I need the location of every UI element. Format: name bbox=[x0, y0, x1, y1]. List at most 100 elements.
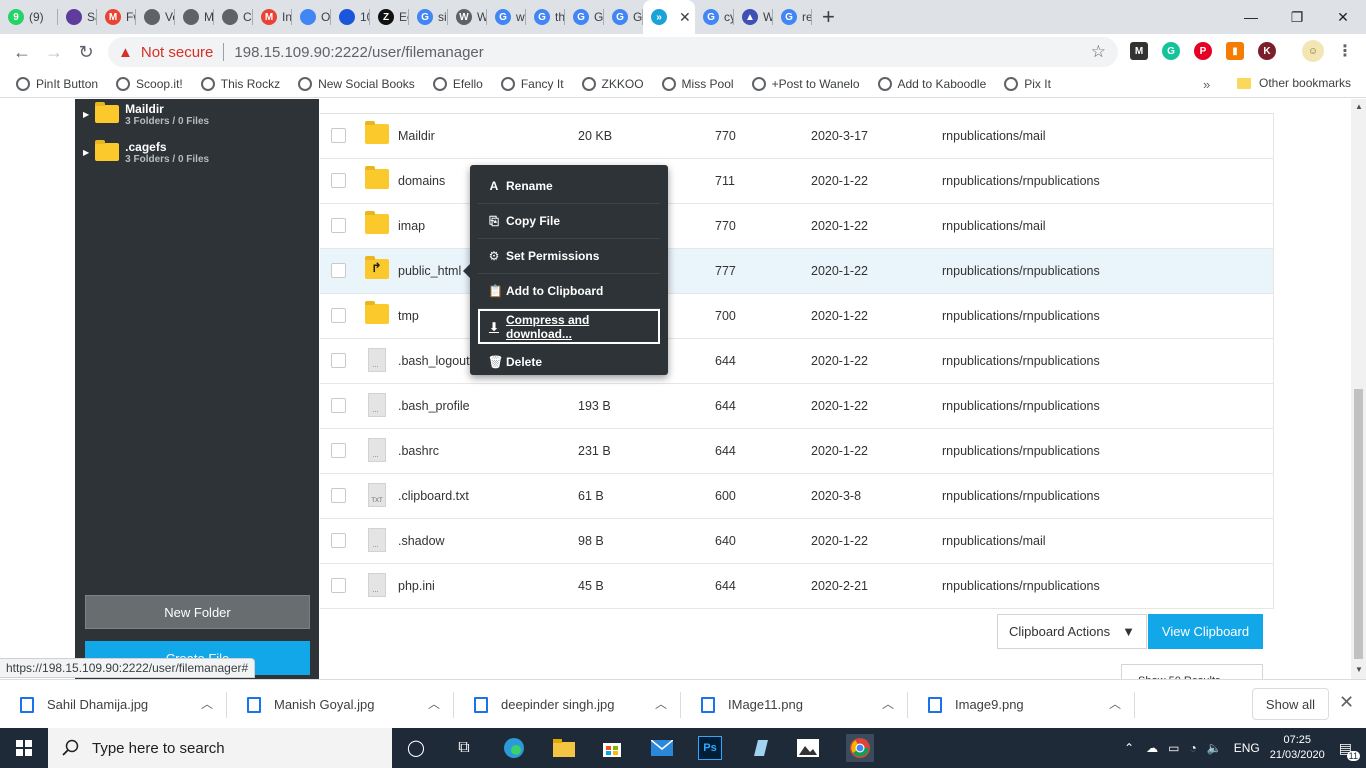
bookmark-item[interactable]: Add to Kaboodle bbox=[877, 76, 986, 91]
table-row[interactable]: .shadow 98 B 640 2020-1-22 rnpublications/ma… bbox=[320, 519, 1274, 564]
browser-tab[interactable]: Gsim bbox=[409, 0, 448, 34]
bookmark-star-icon[interactable]: ☆ bbox=[1091, 42, 1106, 62]
table-row[interactable]: domains 711 2020-1-22 rnpublications/rnpubl… bbox=[320, 159, 1274, 204]
file-name[interactable]: .shadow bbox=[398, 534, 445, 548]
back-button[interactable]: ← bbox=[6, 42, 38, 63]
menu-item-set-permissions[interactable]: ⚙ Set Permissions bbox=[478, 239, 660, 274]
file-name[interactable]: domains bbox=[398, 174, 445, 188]
extension-m-icon[interactable]: M bbox=[1130, 42, 1148, 60]
browser-tab[interactable]: Ove bbox=[292, 0, 331, 34]
close-window-icon[interactable]: ✕ bbox=[1320, 0, 1366, 34]
table-row[interactable]: .bash_logout 644 2020-1-22 rnpublications/r… bbox=[320, 339, 1274, 384]
chevron-up-icon[interactable]: ︿ bbox=[1109, 695, 1121, 712]
page-scrollbar[interactable]: ▲ ▼ bbox=[1351, 99, 1366, 679]
browser-tab[interactable]: Sar bbox=[58, 0, 97, 34]
clock[interactable]: 07:25 21/03/2020 bbox=[1270, 733, 1325, 763]
tree-item-maildir[interactable]: ▶ Maildir 3 Folders / 0 Files bbox=[83, 102, 209, 127]
scroll-up-icon[interactable]: ▲ bbox=[1355, 102, 1363, 111]
language-indicator[interactable]: ENG bbox=[1234, 741, 1260, 755]
photos-icon[interactable] bbox=[796, 736, 820, 760]
menu-item-rename[interactable]: A Rename bbox=[478, 169, 660, 204]
browser-tab[interactable]: M Inb bbox=[253, 0, 292, 34]
close-tab-icon[interactable]: ✕ bbox=[679, 9, 691, 26]
download-item[interactable]: Image9.png ︿ bbox=[908, 680, 1135, 729]
address-bar[interactable]: ▲ Not secure 198.15.109.90:2222/user/fil… bbox=[108, 37, 1118, 67]
menu-item-add-to-clipboard[interactable]: 📋 Add to Clipboard bbox=[478, 274, 660, 309]
chevron-up-icon[interactable]: ︿ bbox=[882, 695, 894, 712]
chevron-up-icon[interactable]: ︿ bbox=[428, 695, 440, 712]
browser-tab[interactable]: 10 bbox=[331, 0, 370, 34]
menu-item-compress-and-download[interactable]: ⬇ Compress and download... bbox=[478, 309, 660, 344]
browser-tab[interactable]: ▲ We bbox=[734, 0, 773, 34]
other-bookmarks[interactable]: Other bookmarks bbox=[1237, 76, 1351, 90]
table-row[interactable]: Maildir 20 KB 770 2020-3-17 rnpublications/m… bbox=[320, 114, 1274, 159]
bookmark-item[interactable]: This Rockz bbox=[200, 76, 280, 91]
browser-tab[interactable]: Gthe bbox=[526, 0, 565, 34]
extension-chart-icon[interactable]: ▮ bbox=[1226, 42, 1244, 60]
row-checkbox[interactable] bbox=[331, 578, 346, 593]
reload-button[interactable]: ↻ bbox=[70, 42, 102, 63]
extension-k-icon[interactable]: K bbox=[1258, 42, 1276, 60]
menu-kebab-icon[interactable]: ⋮ bbox=[1336, 42, 1354, 60]
cortana-icon[interactable]: ◯ bbox=[404, 736, 428, 760]
browser-tab[interactable]: 9 (9) bbox=[0, 0, 58, 34]
chevron-up-icon[interactable]: ︿ bbox=[655, 695, 667, 712]
expand-caret-icon[interactable]: ▶ bbox=[83, 148, 89, 157]
row-checkbox[interactable] bbox=[331, 263, 346, 278]
wifi-icon[interactable]: ◔ bbox=[1189, 741, 1196, 755]
show-hidden-icons-icon[interactable]: ⌃ bbox=[1124, 741, 1134, 755]
row-checkbox[interactable] bbox=[331, 128, 346, 143]
browser-tab[interactable]: G Go bbox=[565, 0, 604, 34]
download-item[interactable]: Sahil Dhamija.jpg ︿ bbox=[0, 680, 227, 729]
file-name[interactable]: Maildir bbox=[398, 129, 435, 143]
grammarly-icon[interactable]: G bbox=[1162, 42, 1180, 60]
clipboard-actions-dropdown[interactable]: Clipboard Actions ▼ bbox=[997, 614, 1147, 649]
notes-app-icon[interactable] bbox=[748, 736, 772, 760]
browser-tab[interactable]: M Fwd bbox=[97, 0, 136, 34]
close-icon[interactable]: ✕ bbox=[1339, 692, 1354, 713]
table-row[interactable]: php.ini 45 B 644 2020-2-21 rnpublications/rn… bbox=[320, 564, 1274, 609]
bookmark-item[interactable]: Fancy It bbox=[500, 76, 564, 91]
table-row[interactable]: TXT .clipboard.txt 61 B 600 2020-3-8 rnpublic… bbox=[320, 474, 1274, 519]
table-row[interactable]: .bashrc 231 B 644 2020-1-22 rnpublications/r… bbox=[320, 429, 1274, 474]
file-name[interactable]: public_html bbox=[398, 264, 461, 278]
profile-avatar[interactable]: ☺ bbox=[1302, 40, 1324, 62]
bookmark-item[interactable]: Efello bbox=[432, 76, 483, 91]
browser-tab[interactable]: Gcyb bbox=[695, 0, 734, 34]
notifications-icon[interactable]: ▤ 11 bbox=[1339, 740, 1360, 761]
download-item[interactable]: deepinder singh.jpg ︿ bbox=[454, 680, 681, 729]
browser-tab[interactable]: » ✕ bbox=[643, 0, 695, 34]
minimize-icon[interactable]: — bbox=[1228, 0, 1274, 34]
table-row[interactable]: .bash_profile 193 B 644 2020-1-22 rnpublicat… bbox=[320, 384, 1274, 429]
menu-item-copy-file[interactable]: ⎘ Copy File bbox=[478, 204, 660, 239]
file-name[interactable]: .bashrc bbox=[398, 444, 439, 458]
scrollbar-thumb[interactable] bbox=[1354, 389, 1363, 659]
bookmark-item[interactable]: ZKKOO bbox=[581, 76, 644, 91]
warning-icon[interactable]: ▲ bbox=[118, 44, 133, 61]
row-checkbox[interactable] bbox=[331, 353, 346, 368]
file-name[interactable]: .clipboard.txt bbox=[398, 489, 469, 503]
browser-tab[interactable]: Ver bbox=[136, 0, 175, 34]
store-icon[interactable] bbox=[600, 736, 624, 760]
menu-item-delete[interactable]: 🗑 Delete bbox=[478, 344, 660, 379]
onedrive-icon[interactable]: ☁ bbox=[1146, 741, 1158, 755]
chevron-up-icon[interactable]: ︿ bbox=[201, 695, 213, 712]
browser-tab[interactable]: G Go bbox=[604, 0, 643, 34]
task-view-icon[interactable]: ⧉ bbox=[452, 736, 476, 760]
file-name[interactable]: .bash_profile bbox=[398, 399, 470, 413]
pinterest-icon[interactable]: P bbox=[1194, 42, 1212, 60]
expand-caret-icon[interactable]: ▶ bbox=[83, 110, 89, 119]
tree-item-cagefs[interactable]: ▶ .cagefs 3 Folders / 0 Files bbox=[83, 140, 209, 165]
bookmark-item[interactable]: New Social Books bbox=[298, 76, 415, 91]
taskbar-search[interactable]: Type here to search bbox=[48, 728, 392, 768]
not-secure-label[interactable]: Not secure bbox=[141, 44, 214, 61]
bookmark-item[interactable]: +Post to Wanelo bbox=[751, 76, 860, 91]
show-all-downloads-button[interactable]: Show all bbox=[1252, 688, 1329, 720]
view-clipboard-button[interactable]: View Clipboard bbox=[1148, 614, 1263, 649]
row-checkbox[interactable] bbox=[331, 308, 346, 323]
windows-start-icon[interactable] bbox=[0, 740, 48, 756]
volume-icon[interactable]: 🔈 bbox=[1207, 741, 1222, 755]
row-checkbox[interactable] bbox=[331, 218, 346, 233]
new-tab-icon[interactable]: + bbox=[822, 4, 835, 30]
maximize-icon[interactable]: ❐ bbox=[1274, 0, 1320, 34]
